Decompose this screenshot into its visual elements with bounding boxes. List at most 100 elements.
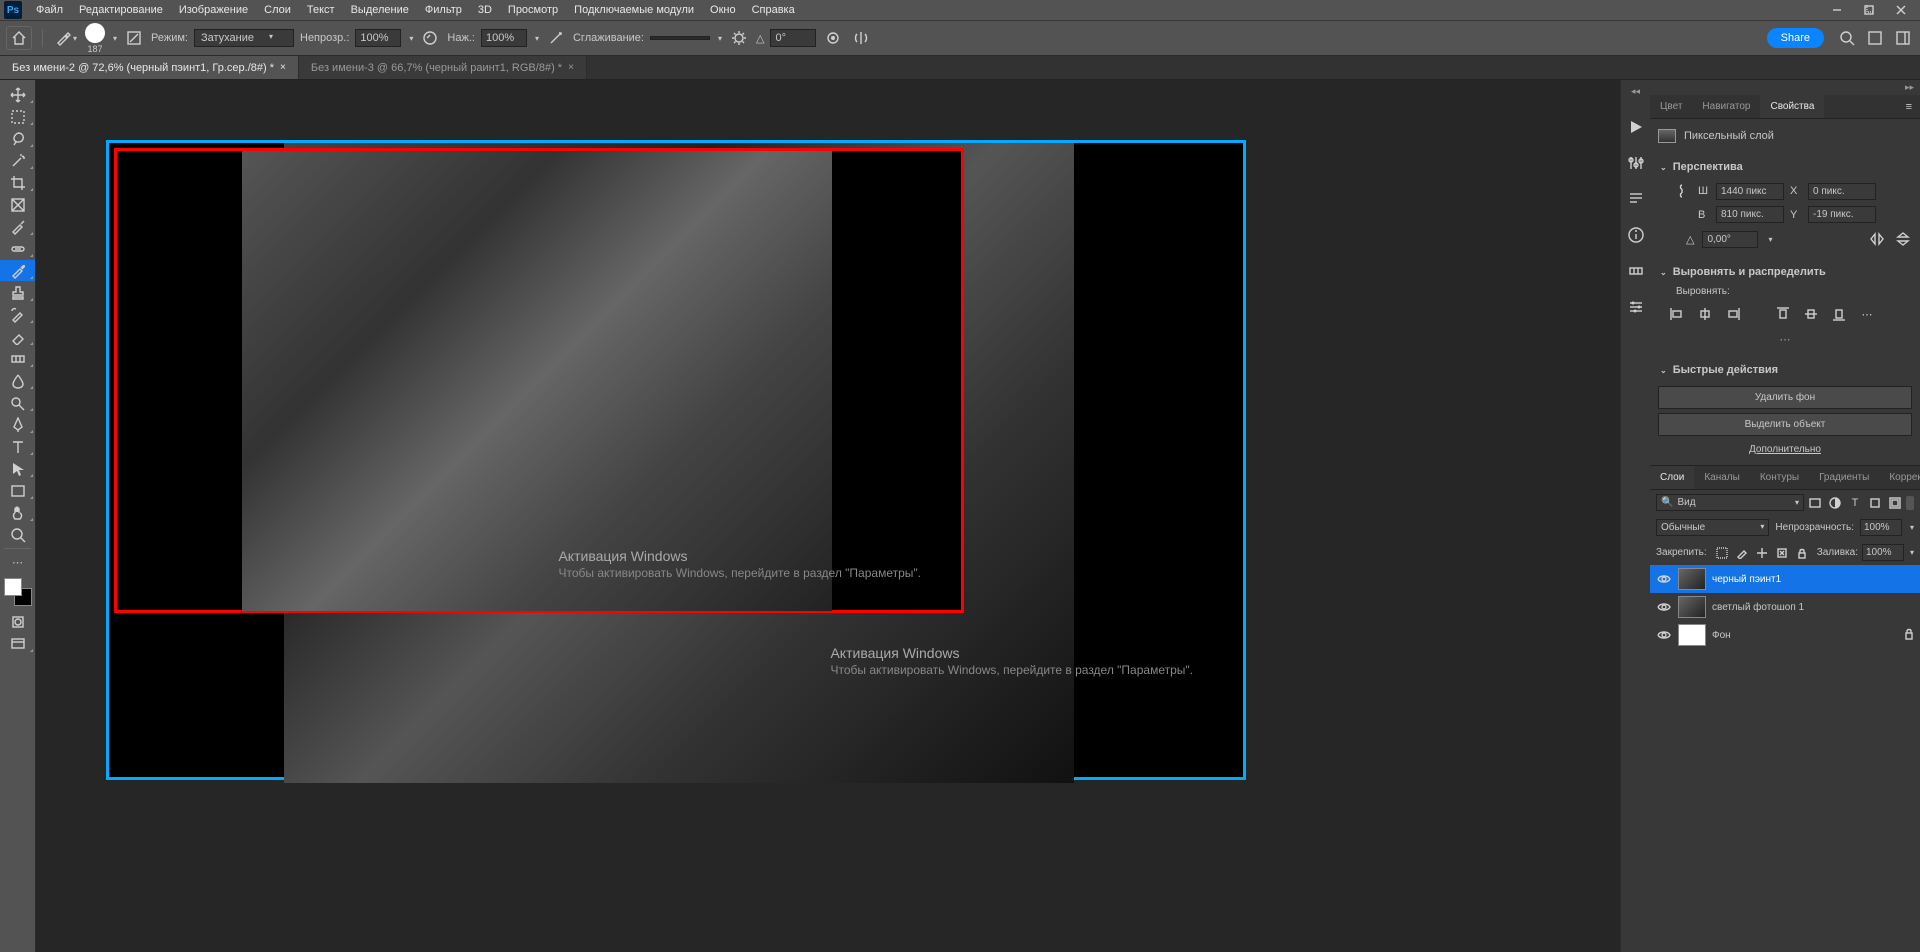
- menu-plugins[interactable]: Подключаемые модули: [566, 1, 702, 19]
- flip-vertical-button[interactable]: [1894, 230, 1912, 248]
- adjustments-icon[interactable]: [1626, 153, 1646, 173]
- brush-preview[interactable]: 187: [85, 23, 105, 54]
- layer-name[interactable]: Фон: [1712, 630, 1731, 641]
- workspace-button[interactable]: [1864, 27, 1886, 49]
- brush-panel-button[interactable]: [123, 27, 145, 49]
- play-icon[interactable]: [1626, 117, 1646, 137]
- layer-row[interactable]: Фон: [1650, 621, 1920, 649]
- flow-caret[interactable]: ▾: [535, 34, 539, 43]
- opacity-caret[interactable]: ▾: [1910, 523, 1914, 532]
- size-pressure-button[interactable]: [822, 27, 844, 49]
- canvas-area[interactable]: Активация Windows Чтобы активировать Win…: [36, 80, 1620, 952]
- x-input[interactable]: 0 пикс.: [1808, 183, 1876, 200]
- opacity-caret[interactable]: ▾: [409, 34, 413, 43]
- flow-input[interactable]: 100%: [481, 29, 527, 47]
- crop-tool[interactable]: [0, 172, 35, 193]
- fill-caret[interactable]: ▾: [1910, 548, 1914, 557]
- layer-filter-select[interactable]: 🔍Вид▾: [1656, 494, 1804, 511]
- close-icon[interactable]: ×: [280, 62, 286, 73]
- smoothing-slider[interactable]: [650, 36, 710, 40]
- smoothing-settings-button[interactable]: [728, 27, 750, 49]
- blend-mode-select[interactable]: Затухание▾: [194, 29, 294, 47]
- symmetry-button[interactable]: [850, 27, 872, 49]
- eraser-tool[interactable]: [0, 326, 35, 347]
- layer-row[interactable]: светлый фотошоп 1: [1650, 593, 1920, 621]
- window-minimize-button[interactable]: [1822, 0, 1852, 20]
- marquee-tool[interactable]: [0, 106, 35, 127]
- height-input[interactable]: 810 пикс.: [1716, 206, 1784, 223]
- y-input[interactable]: -19 пикс.: [1808, 206, 1876, 223]
- align-hcenter-button[interactable]: [1696, 305, 1714, 323]
- document-tab-2[interactable]: Без имени-3 @ 66,7% (черный раинт1, RGB/…: [299, 56, 587, 79]
- move-tool[interactable]: [0, 84, 35, 105]
- tab-gradients[interactable]: Градиенты: [1809, 466, 1879, 489]
- workspace-layout-button[interactable]: [1892, 27, 1914, 49]
- quick-actions-header[interactable]: ⌄Быстрые действия: [1658, 358, 1912, 382]
- menu-view[interactable]: Просмотр: [500, 1, 566, 19]
- filter-adjustment-icon[interactable]: [1828, 496, 1842, 510]
- swatches-icon[interactable]: [1626, 261, 1646, 281]
- menu-image[interactable]: Изображение: [171, 1, 256, 19]
- layer-name[interactable]: черный пэинт1: [1712, 574, 1781, 585]
- layer-opacity-input[interactable]: 100%: [1860, 519, 1902, 536]
- collapse-icon[interactable]: ◂◂: [1631, 86, 1640, 97]
- stamp-tool[interactable]: [0, 282, 35, 303]
- menu-file[interactable]: Файл: [28, 1, 71, 19]
- canvas[interactable]: Активация Windows Чтобы активировать Win…: [106, 140, 1246, 780]
- menu-filter[interactable]: Фильтр: [417, 1, 470, 19]
- menu-select[interactable]: Выделение: [343, 1, 417, 19]
- history-brush-tool[interactable]: [0, 304, 35, 325]
- menu-3d[interactable]: 3D: [470, 1, 500, 19]
- tab-navigator[interactable]: Навигатор: [1692, 95, 1760, 118]
- flip-horizontal-button[interactable]: [1868, 230, 1886, 248]
- layer-blend-select[interactable]: Обычные▾: [1656, 519, 1769, 536]
- align-left-button[interactable]: [1668, 305, 1686, 323]
- type-tool[interactable]: [0, 436, 35, 457]
- pen-tool[interactable]: [0, 414, 35, 435]
- share-button[interactable]: Share: [1767, 28, 1824, 48]
- lock-position-icon[interactable]: [1755, 546, 1769, 560]
- healing-tool[interactable]: [0, 238, 35, 259]
- paragraph-icon[interactable]: [1626, 189, 1646, 209]
- foreground-background-colors[interactable]: [4, 578, 32, 606]
- filter-smart-icon[interactable]: [1888, 496, 1902, 510]
- close-icon[interactable]: ×: [568, 62, 574, 73]
- lock-all-icon[interactable]: [1795, 546, 1809, 560]
- filter-shape-icon[interactable]: [1868, 496, 1882, 510]
- visibility-icon[interactable]: [1656, 630, 1672, 640]
- menu-layers[interactable]: Слои: [256, 1, 299, 19]
- angle-caret[interactable]: ▾: [1768, 235, 1772, 244]
- tab-paths[interactable]: Контуры: [1750, 466, 1809, 489]
- layer-thumbnail[interactable]: [1678, 624, 1706, 646]
- layer-row[interactable]: черный пэинт1: [1650, 565, 1920, 593]
- window-close-button[interactable]: [1886, 0, 1916, 20]
- screenmode-button[interactable]: [0, 633, 35, 654]
- zoom-tool[interactable]: [0, 524, 35, 545]
- wand-tool[interactable]: [0, 150, 35, 171]
- tab-adjustments[interactable]: Коррекция: [1879, 466, 1920, 489]
- lock-pixels-icon[interactable]: [1735, 546, 1749, 560]
- dodge-tool[interactable]: [0, 392, 35, 413]
- more-actions-link[interactable]: Дополнительно: [1658, 440, 1912, 459]
- menu-help[interactable]: Справка: [744, 1, 803, 19]
- home-button[interactable]: [6, 26, 32, 50]
- visibility-icon[interactable]: [1656, 602, 1672, 612]
- menu-window[interactable]: Окно: [702, 1, 744, 19]
- align-bottom-button[interactable]: [1830, 305, 1848, 323]
- width-input[interactable]: 1440 пикс: [1716, 183, 1784, 200]
- align-top-button[interactable]: [1774, 305, 1792, 323]
- align-more-button[interactable]: ⋯: [1858, 305, 1876, 323]
- brush-preset-caret[interactable]: ▾: [113, 34, 117, 43]
- filter-toggle[interactable]: [1906, 496, 1914, 510]
- angle-input[interactable]: 0,00°: [1702, 231, 1758, 248]
- link-icon[interactable]: [1676, 182, 1692, 200]
- select-subject-button[interactable]: Выделить объект: [1658, 413, 1912, 436]
- opacity-input[interactable]: 100%: [355, 29, 401, 47]
- eyedropper-tool[interactable]: [0, 216, 35, 237]
- hand-tool[interactable]: [0, 502, 35, 523]
- menu-edit[interactable]: Редактирование: [71, 1, 171, 19]
- tab-channels[interactable]: Каналы: [1694, 466, 1750, 489]
- smoothing-caret[interactable]: ▾: [718, 34, 722, 43]
- lock-transparency-icon[interactable]: [1715, 546, 1729, 560]
- tab-color[interactable]: Цвет: [1650, 95, 1692, 118]
